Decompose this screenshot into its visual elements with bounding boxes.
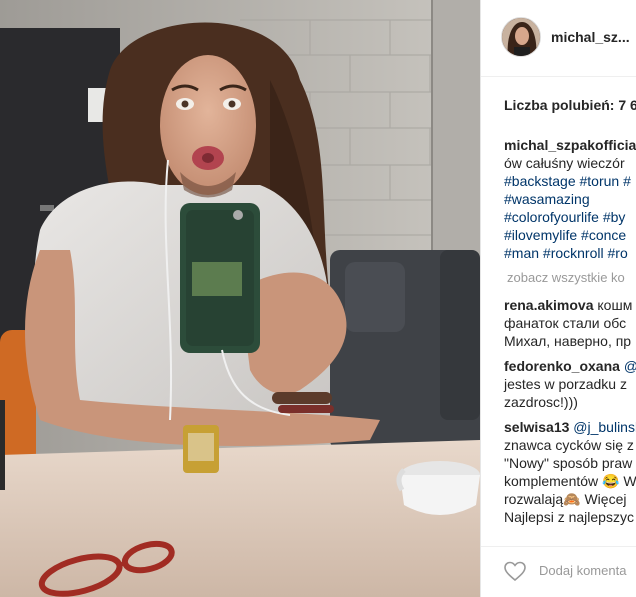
comment-username[interactable]: fedorenko_oxana — [504, 358, 620, 374]
caption-hashtags-line7[interactable]: #man #rocknroll #ro — [504, 244, 636, 262]
comment-text: komplementów 😂 W — [504, 473, 636, 489]
comment-mention[interactable]: @j_bulinsk — [573, 419, 636, 435]
avatar[interactable] — [501, 17, 541, 57]
comment-text: "Nowy" sposób praw — [504, 455, 633, 471]
caption-hashtags-line5[interactable]: #colorofyourlife #by — [504, 208, 636, 226]
caption-hashtags-line3[interactable]: #backstage #torun # — [504, 172, 636, 190]
comment-text: фанаток стали обс — [504, 315, 627, 331]
caption-username[interactable]: michal_szpakofficial — [504, 137, 636, 153]
comment-text: znawca cycków się z — [504, 437, 634, 453]
comment-text: Najlepsi z najlepszyc — [504, 509, 634, 525]
comment-username[interactable]: selwisa13 — [504, 419, 569, 435]
view-all-comments-link[interactable]: zobacz wszystkie ko — [507, 270, 625, 285]
comment: fedorenko_oxana @j jestes w porzadku z z… — [504, 357, 636, 411]
post-header: michal_sz... — [481, 0, 636, 77]
comment-text: кошм — [597, 297, 633, 313]
instagram-post: michal_sz... Liczba polubień: 7 6 michal… — [0, 0, 636, 597]
comment-text: zazdrosc!))) — [504, 394, 578, 410]
add-comment-input[interactable]: Dodaj komenta — [539, 563, 626, 578]
caption-hashtags-line4[interactable]: #wasamazing — [504, 190, 636, 208]
comment-text: rozwalają🙈 Więcej — [504, 491, 627, 507]
comment: selwisa13 @j_bulinsk znawca cycków się z… — [504, 418, 636, 526]
heart-icon[interactable] — [503, 559, 527, 583]
comment: rena.akimova кошм фанаток стали обс Миха… — [504, 296, 636, 350]
post-caption: michal_szpakofficial ów całuśny wieczór … — [504, 136, 636, 262]
caption-hashtags-line6[interactable]: #ilovemylife #conce — [504, 226, 636, 244]
comment-username[interactable]: rena.akimova — [504, 297, 594, 313]
caption-text-line2: ów całuśny wieczór — [504, 155, 625, 171]
post-photo-art — [0, 0, 480, 597]
post-side-panel: michal_sz... Liczba polubień: 7 6 michal… — [480, 0, 636, 597]
post-username[interactable]: michal_sz... — [551, 29, 630, 45]
likes-count[interactable]: Liczba polubień: 7 6 — [504, 97, 636, 113]
post-footer: Dodaj komenta — [481, 546, 636, 597]
comment-mention[interactable]: @j — [624, 358, 636, 374]
comment-text: jestes w porzadku z — [504, 376, 627, 392]
comment-text: Михал, наверно, пр — [504, 333, 632, 349]
avatar-image — [502, 18, 540, 56]
post-photo[interactable] — [0, 0, 480, 597]
